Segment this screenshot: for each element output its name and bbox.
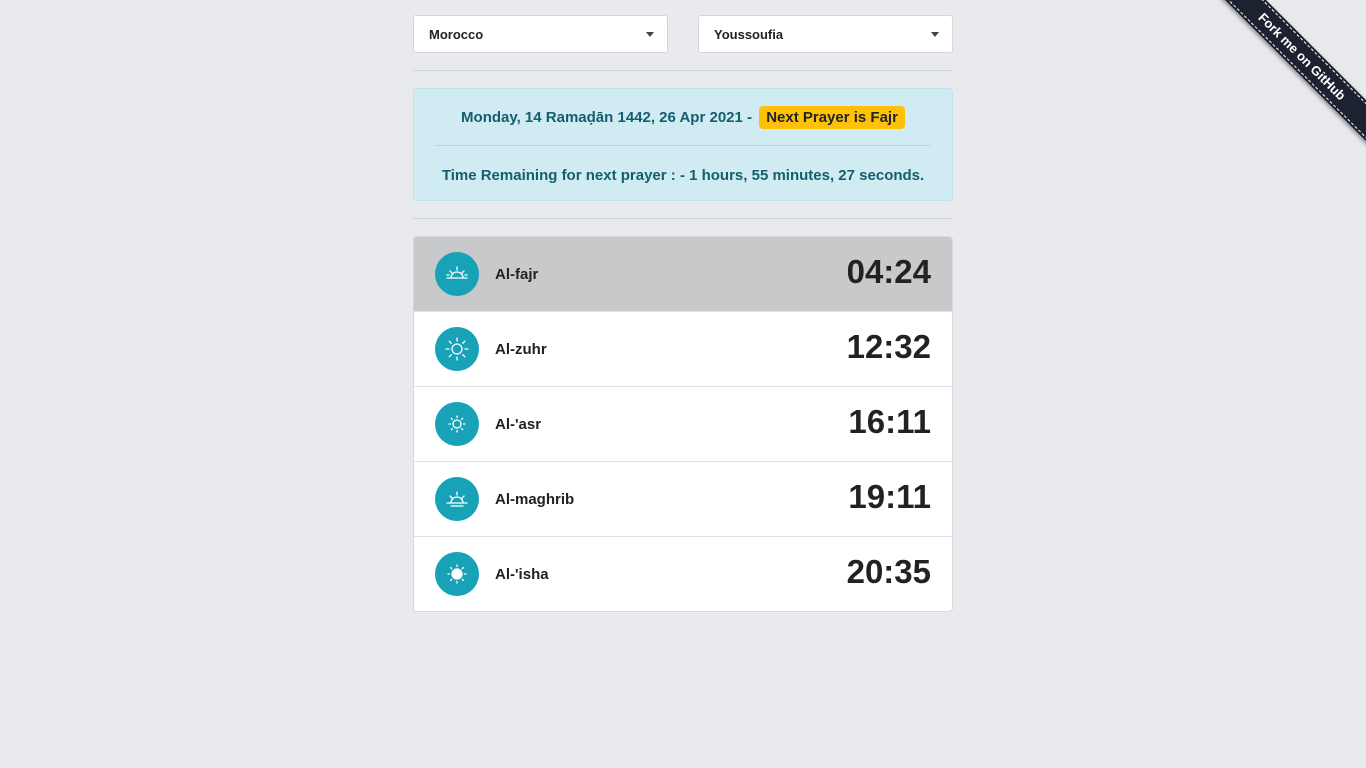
- alert-divider: [435, 145, 931, 146]
- divider: [413, 218, 953, 219]
- prayer-time: 04:24: [846, 253, 931, 290]
- sunset-icon: [435, 477, 479, 521]
- prayer-row-asr: Al-'asr 16:11: [414, 386, 952, 461]
- prayer-row-zuhr: Al-zuhr 12:32: [414, 311, 952, 386]
- github-ribbon-container: Fork me on GitHub: [1206, 0, 1366, 160]
- github-ribbon[interactable]: Fork me on GitHub: [1213, 0, 1366, 145]
- location-selectors: Morocco Youssoufia: [413, 15, 953, 53]
- prayer-row-fajr: Al-fajr 04:24: [414, 237, 952, 311]
- date-text: Monday, 14 Ramaḍān 1442, 26 Apr 2021 -: [461, 109, 753, 126]
- prayer-row-maghrib: Al-maghrib 19:11: [414, 461, 952, 536]
- sun-icon: [435, 327, 479, 371]
- chevron-down-icon: [931, 32, 939, 37]
- next-prayer-alert: Monday, 14 Ramaḍān 1442, 26 Apr 2021 - N…: [413, 88, 953, 201]
- divider: [413, 70, 953, 71]
- city-select[interactable]: Youssoufia: [698, 15, 953, 53]
- chevron-down-icon: [646, 32, 654, 37]
- city-select-value: Youssoufia: [714, 27, 784, 42]
- prayer-time: 20:35: [846, 553, 931, 590]
- sun-small-icon: [435, 402, 479, 446]
- remaining-label: Time Remaining for next prayer :: [441, 167, 676, 184]
- prayer-name: Al-'isha: [495, 566, 549, 583]
- country-select[interactable]: Morocco: [413, 15, 668, 53]
- remaining-line: Time Remaining for next prayer : - 1 hou…: [414, 167, 952, 184]
- sunrise-icon: [435, 252, 479, 296]
- prayer-name: Al-zuhr: [495, 341, 547, 358]
- prayer-times-list: Al-fajr 04:24 Al-zuhr 12:32 Al-'asr 16:1…: [413, 236, 953, 612]
- date-line: Monday, 14 Ramaḍān 1442, 26 Apr 2021 - N…: [414, 106, 952, 129]
- prayer-time: 12:32: [846, 328, 931, 365]
- prayer-name: Al-'asr: [495, 416, 542, 433]
- prayer-time: 19:11: [848, 478, 931, 515]
- country-select-value: Morocco: [429, 27, 484, 42]
- sun-filled-icon: [435, 552, 479, 596]
- remaining-value: - 1 hours, 55 minutes, 27 seconds.: [679, 167, 925, 184]
- next-prayer-badge: Next Prayer is Fajr: [759, 106, 905, 129]
- prayer-row-isha: Al-'isha 20:35: [414, 536, 952, 611]
- prayer-time: 16:11: [848, 403, 931, 440]
- prayer-name: Al-maghrib: [495, 491, 575, 508]
- prayer-name: Al-fajr: [495, 266, 539, 283]
- github-ribbon-link[interactable]: Fork me on GitHub: [1215, 0, 1366, 144]
